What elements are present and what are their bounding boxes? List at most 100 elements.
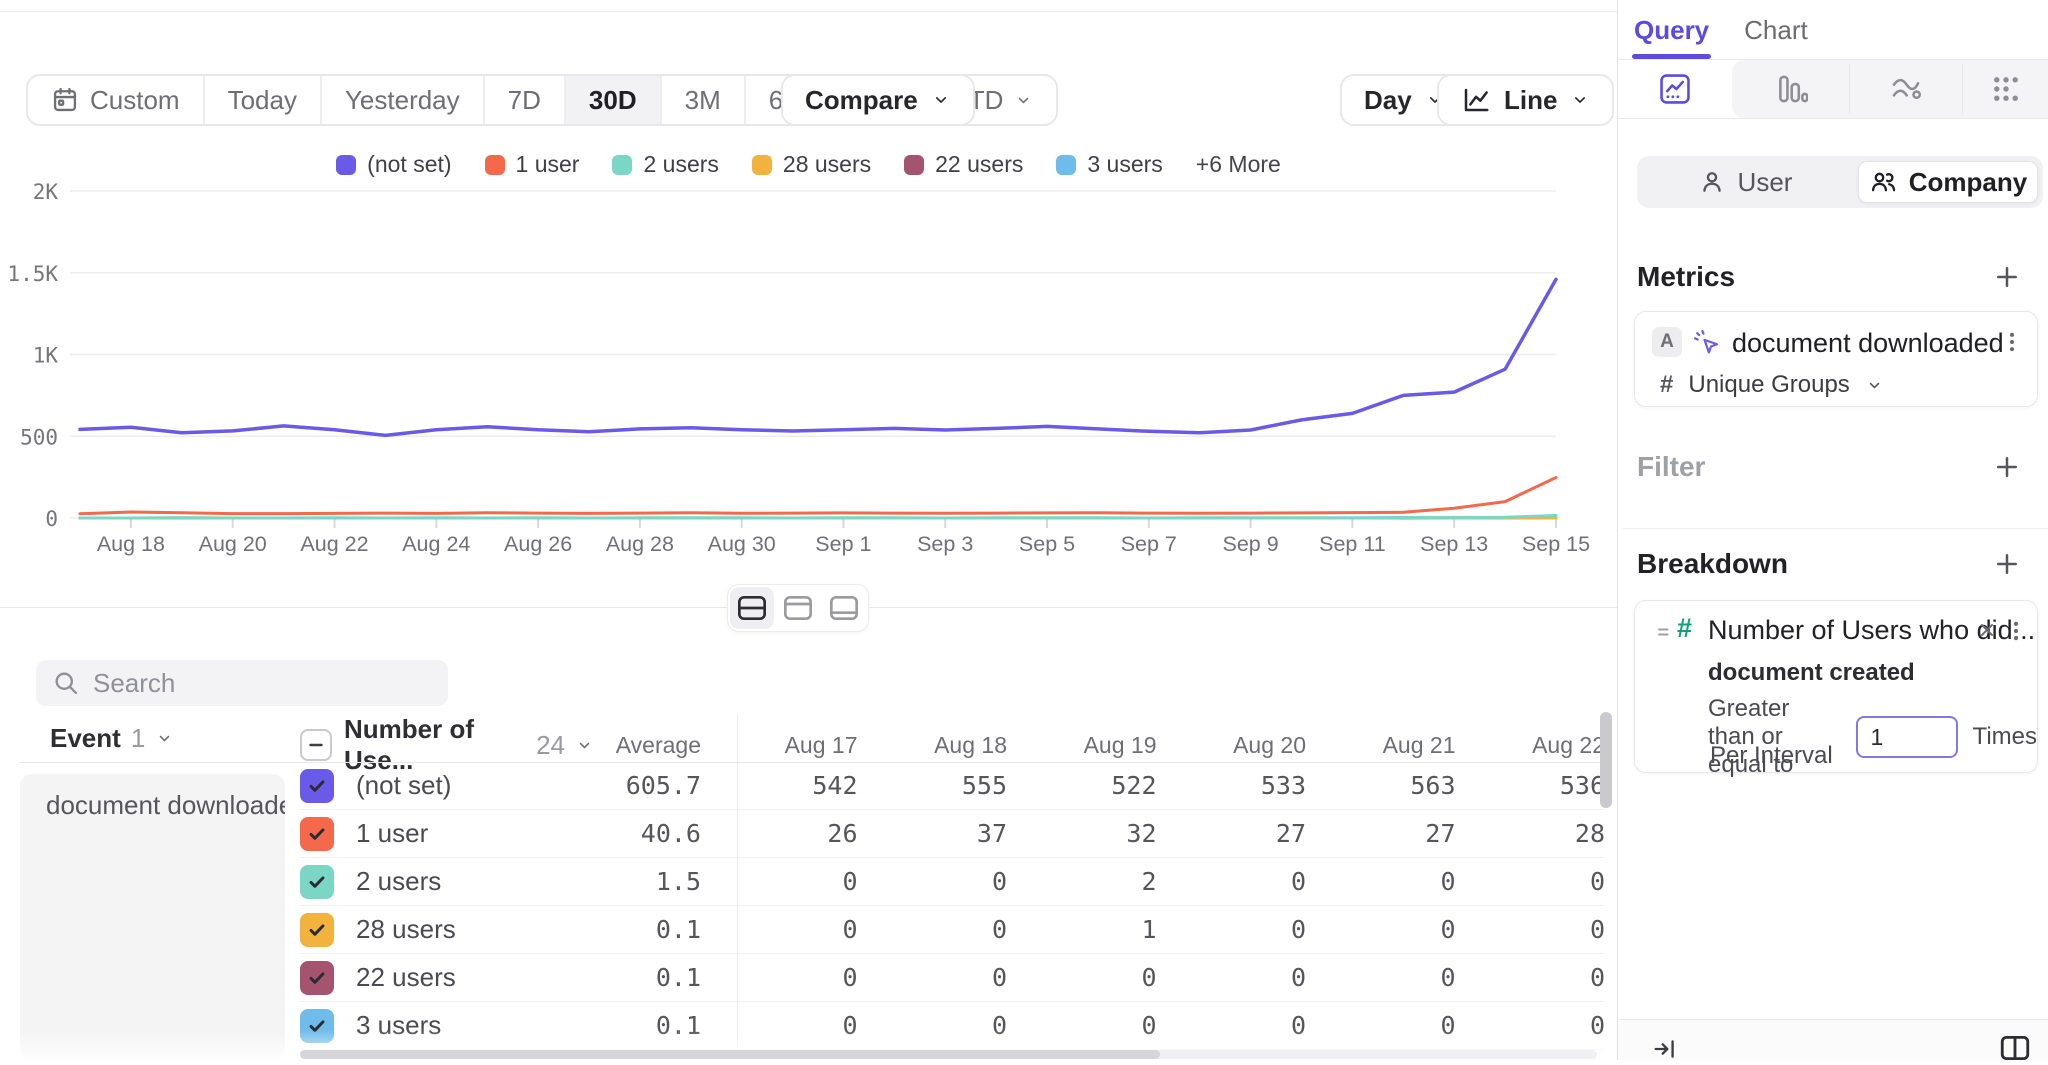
row-value: 0: [753, 963, 903, 992]
event-column-header[interactable]: Event 1: [50, 714, 174, 762]
times-unit-label: Times: [1973, 723, 2037, 751]
legend-item[interactable]: 2 users: [612, 151, 718, 178]
row-label: (not set): [344, 770, 594, 801]
legend-swatch: [485, 155, 505, 175]
row-checkbox[interactable]: [300, 961, 334, 995]
compare-button[interactable]: Compare: [781, 74, 975, 126]
table-horizontal-scrollbar[interactable]: [300, 1050, 1597, 1059]
legend-item[interactable]: 22 users: [904, 151, 1023, 178]
chart-style-button[interactable]: Line: [1437, 74, 1614, 126]
legend-swatch: [612, 155, 632, 175]
line-chart-icon: [1658, 72, 1692, 106]
legend-item[interactable]: 28 users: [752, 151, 871, 178]
row-average: 0.1: [594, 1011, 712, 1040]
tab-query[interactable]: Query: [1634, 15, 1709, 59]
row-value: 2: [1052, 867, 1202, 896]
chart-type-bar-chart[interactable]: [1732, 60, 1849, 118]
row-value: 0: [1052, 1011, 1202, 1040]
row-label: 28 users: [344, 914, 594, 945]
range-button-yesterday[interactable]: Yesterday: [320, 76, 483, 124]
row-checkbox[interactable]: [300, 1009, 334, 1043]
tab-chart[interactable]: Chart: [1744, 15, 1808, 59]
search-box: [36, 660, 448, 706]
svg-text:Aug 18: Aug 18: [97, 532, 165, 556]
row-value: 0: [753, 915, 903, 944]
chart-type-journeys[interactable]: [1849, 60, 1962, 118]
range-button-3m[interactable]: 3M: [660, 76, 744, 124]
row-label: 1 user: [344, 818, 594, 849]
row-average: 0.1: [594, 963, 712, 992]
row-average: 1.5: [594, 867, 712, 896]
kebab-menu-icon[interactable]: [1999, 329, 2025, 355]
search-input[interactable]: [93, 668, 432, 699]
check-icon: [306, 919, 328, 941]
layout-table-only-button[interactable]: [822, 587, 866, 629]
add-filter-button[interactable]: [1992, 452, 2022, 482]
table-vertical-scrollbar[interactable]: [1600, 712, 1612, 808]
layout-split-button[interactable]: [730, 587, 774, 629]
compare-label: Compare: [805, 85, 918, 116]
event-header-count: 1: [131, 723, 145, 754]
minus-icon: [305, 734, 327, 756]
series-(not set): [80, 279, 1556, 435]
row-checkbox[interactable]: [300, 913, 334, 947]
svg-text:Sep 13: Sep 13: [1420, 532, 1488, 556]
svg-text:0: 0: [45, 507, 58, 531]
toggle-user[interactable]: User: [1637, 156, 1853, 208]
row-value: 0: [903, 915, 1053, 944]
legend-more[interactable]: +6 More: [1196, 151, 1281, 178]
average-column-header: Average: [594, 732, 712, 759]
svg-text:2K: 2K: [33, 180, 59, 204]
chart-style-label: Line: [1504, 85, 1557, 116]
event-list-item[interactable]: document downloaded [U...: [20, 774, 285, 1060]
journeys-icon: [1889, 72, 1923, 106]
collapse-panel-icon[interactable]: [1651, 1035, 1679, 1063]
close-icon[interactable]: [1975, 618, 1999, 642]
table-column-divider: [737, 714, 738, 1048]
metric-card[interactable]: A document downloaded # Unique Groups: [1634, 311, 2038, 407]
add-breakdown-button[interactable]: [1992, 549, 2022, 579]
select-all-checkbox[interactable]: [300, 729, 344, 761]
toggle-company[interactable]: Company: [1858, 161, 2038, 203]
legend-item[interactable]: 1 user: [485, 151, 580, 178]
svg-text:Aug 20: Aug 20: [199, 532, 267, 556]
toggle-user-label: User: [1738, 167, 1793, 198]
chart-type-line-chart[interactable]: [1618, 60, 1732, 118]
row-value: 0: [1202, 867, 1352, 896]
row-value: 0: [1202, 915, 1352, 944]
row-value: 0: [1052, 963, 1202, 992]
row-checkbox[interactable]: [300, 769, 334, 803]
row-value: 563: [1351, 771, 1501, 800]
drag-handle-icon[interactable]: [1651, 620, 1675, 644]
svg-text:Aug 22: Aug 22: [300, 532, 368, 556]
calendar-icon: [51, 86, 79, 114]
range-button-7d[interactable]: 7D: [483, 76, 564, 124]
range-button-custom[interactable]: Custom: [28, 76, 203, 124]
kebab-menu-icon[interactable]: [2003, 618, 2029, 644]
group-level-toggle: User Company: [1637, 156, 2043, 208]
measure-selector[interactable]: # Unique Groups: [1660, 371, 1884, 399]
check-icon: [306, 1015, 328, 1037]
range-button-30d[interactable]: 30D: [564, 76, 660, 124]
row-checkbox[interactable]: [300, 865, 334, 899]
add-metric-button[interactable]: [1992, 262, 2022, 292]
table-body: (not set)605.75425555225335635361 user40…: [300, 762, 1617, 1050]
row-checkbox[interactable]: [300, 817, 334, 851]
layout-chart-only-button[interactable]: [776, 587, 820, 629]
row-value: 0: [1351, 867, 1501, 896]
row-value: 0: [1351, 915, 1501, 944]
breakdown-card[interactable]: # Number of Users who did... document cr…: [1634, 600, 2038, 773]
chevron-down-icon: [1865, 376, 1884, 395]
chart-type-more-charts[interactable]: [1962, 60, 2048, 118]
range-button-today[interactable]: Today: [203, 76, 320, 124]
toggle-company-label: Company: [1909, 167, 2027, 198]
table-row: 28 users0.1001000: [300, 906, 1617, 954]
row-value: 522: [1052, 771, 1202, 800]
query-panel: Query Chart User Company Metrics A docum…: [1617, 0, 2048, 1060]
legend-item[interactable]: (not set): [336, 151, 451, 178]
legend-item[interactable]: 3 users: [1056, 151, 1162, 178]
row-value: 32: [1052, 819, 1202, 848]
row-label: 3 users: [344, 1010, 594, 1041]
row-value: 0: [903, 963, 1053, 992]
times-value-input[interactable]: [1856, 716, 1958, 758]
